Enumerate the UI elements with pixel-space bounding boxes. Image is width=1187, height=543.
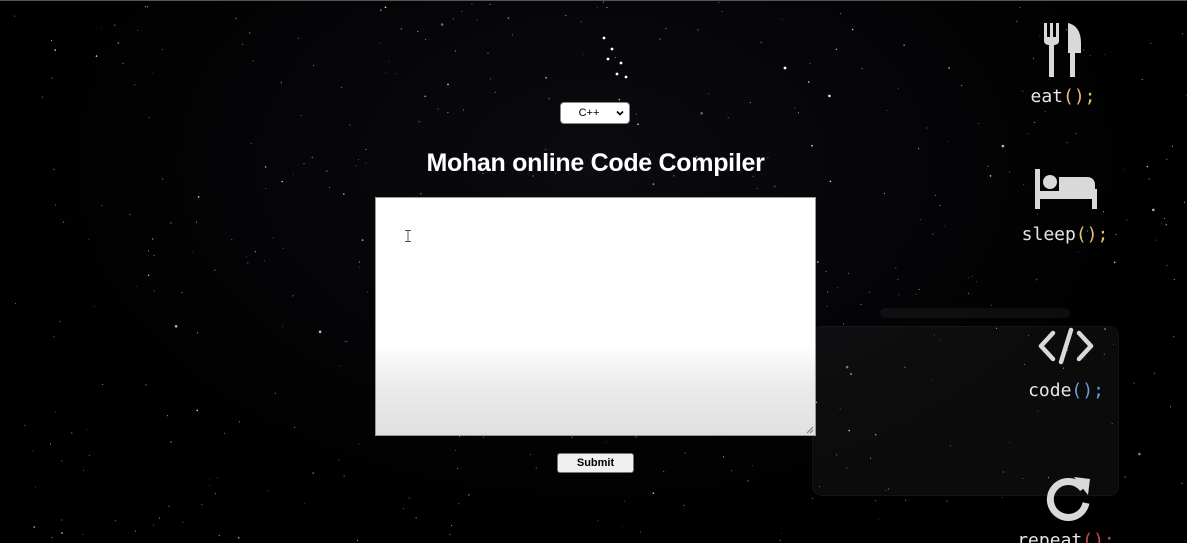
mantra-sleep-parens: (); [1075, 224, 1109, 245]
text-cursor-icon [405, 230, 411, 242]
mantra-sleep: sleep(); [995, 224, 1135, 245]
mantra-code-parens: (); [1071, 380, 1104, 401]
language-select[interactable]: C++ [560, 102, 630, 124]
page-title: Mohan online Code Compiler [426, 149, 765, 177]
mantra-eat-parens: (); [1063, 86, 1096, 107]
chevron-down-icon [616, 110, 624, 116]
fork-knife-icon [1044, 23, 1081, 77]
mantra-repeat: repeat(); [996, 530, 1136, 543]
code-brackets-icon [1038, 327, 1094, 365]
mantra-code-word: code [1028, 380, 1072, 401]
page: C++ Mohan online Code Compiler Submit ea… [0, 0, 1187, 543]
mantra-sleep-word: sleep [1021, 224, 1076, 245]
repeat-icon [1046, 477, 1090, 521]
language-select-value: C++ [578, 107, 600, 119]
resize-grip-icon[interactable] [806, 426, 814, 434]
background-faint-line [880, 308, 1070, 318]
mantra-code: code(); [996, 380, 1136, 401]
submit-button[interactable]: Submit [557, 453, 634, 473]
mantra-repeat-word: repeat [1017, 530, 1083, 543]
mantra-repeat-parens: (); [1082, 530, 1115, 543]
bed-icon [1035, 169, 1097, 209]
mantra-eat-word: eat [1030, 86, 1063, 107]
mantra-eat: eat(); [993, 86, 1133, 107]
code-editor-textarea[interactable] [375, 197, 816, 436]
